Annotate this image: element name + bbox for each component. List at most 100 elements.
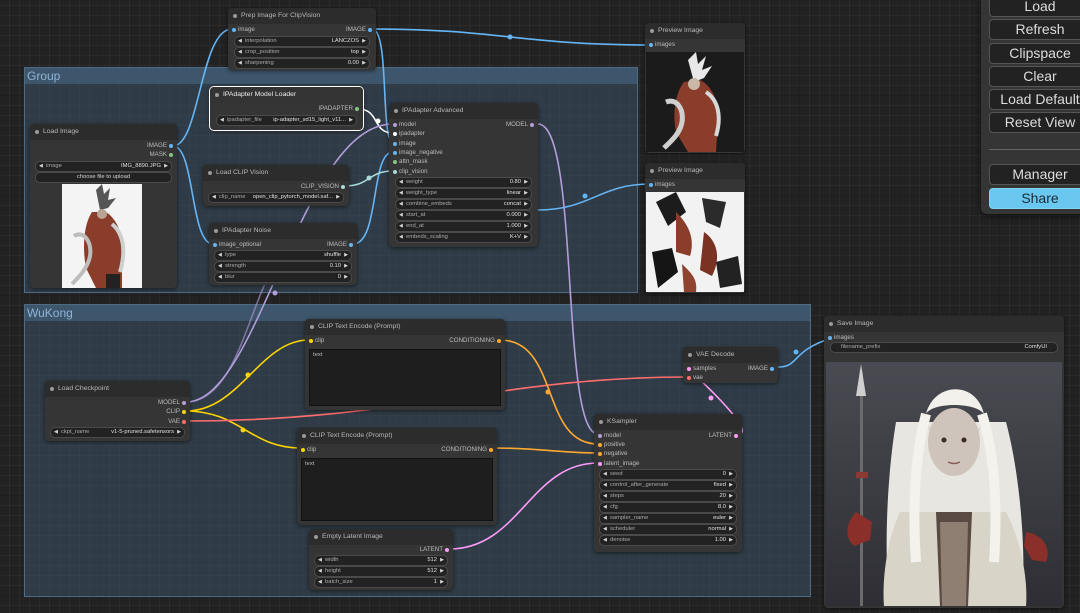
output-model[interactable]: MODEL — [158, 398, 190, 407]
arrow-left-icon[interactable]: ◀ — [603, 525, 607, 534]
socket-dot[interactable] — [355, 106, 359, 111]
arrow-left-icon[interactable]: ◀ — [603, 470, 607, 479]
socket-dot[interactable] — [393, 169, 397, 174]
arrow-right-icon[interactable]: ▶ — [177, 428, 181, 437]
socket-dot[interactable] — [169, 143, 173, 148]
socket-dot[interactable] — [213, 242, 217, 247]
socket-dot[interactable] — [393, 150, 397, 155]
widget-steps[interactable]: ◀ steps 20 ▶ — [599, 491, 737, 502]
arrow-right-icon[interactable]: ▶ — [729, 503, 733, 512]
widget-sharpening[interactable]: ◀ sharpening 0.00 ▶ — [234, 58, 370, 69]
widget-weight[interactable]: ◀ weight 0.80 ▶ — [395, 177, 532, 188]
input-vae[interactable]: vae — [683, 373, 703, 382]
arrow-left-icon[interactable]: ◀ — [54, 428, 58, 437]
arrow-left-icon[interactable]: ◀ — [399, 178, 403, 187]
arrow-left-icon[interactable]: ◀ — [603, 514, 607, 523]
arrow-left-icon[interactable]: ◀ — [218, 273, 222, 282]
arrow-right-icon[interactable]: ▶ — [729, 470, 733, 479]
arrow-right-icon[interactable]: ▶ — [524, 200, 528, 209]
arrow-right-icon[interactable]: ▶ — [440, 578, 444, 587]
node-title[interactable]: IPAdapter Noise — [209, 223, 357, 239]
share-button[interactable]: Share — [989, 188, 1080, 209]
arrow-right-icon[interactable]: ▶ — [729, 514, 733, 523]
widget-scheduler[interactable]: ◀ scheduler normal ▶ — [599, 524, 737, 535]
arrow-right-icon[interactable]: ▶ — [729, 525, 733, 534]
widget-interpolation[interactable]: ◀ interpolation LANCZOS ▶ — [234, 36, 370, 47]
node-preview-image-2[interactable]: Preview Image images — [645, 163, 745, 293]
input-latent-image[interactable]: latent_image — [594, 459, 639, 468]
input-ipadapter[interactable]: ipadapter — [389, 129, 425, 138]
node-ipadapter-noise[interactable]: IPAdapter Noise image_optional IMAGE ◀ ty… — [209, 223, 357, 285]
arrow-right-icon[interactable]: ▶ — [440, 556, 444, 565]
socket-dot[interactable] — [497, 338, 501, 343]
arrow-left-icon[interactable]: ◀ — [39, 162, 43, 171]
widget-image[interactable]: ◀ image IMG_8890.JPG ▶ — [35, 161, 172, 172]
arrow-right-icon[interactable]: ▶ — [164, 162, 168, 171]
node-clip-text-encode-positive[interactable]: CLIP Text Encode (Prompt) clip CONDITION… — [305, 319, 505, 410]
input-attn-mask[interactable]: attn_mask — [389, 157, 428, 166]
input-clip-vision[interactable]: clip_vision — [389, 167, 428, 176]
prompt-text-area[interactable]: text — [301, 458, 493, 521]
reset-view-button[interactable]: Reset View — [989, 112, 1080, 133]
node-title[interactable]: KSampler — [594, 414, 742, 430]
arrow-left-icon[interactable]: ◀ — [399, 211, 403, 220]
generated-image[interactable] — [826, 362, 1062, 606]
socket-dot[interactable] — [445, 547, 449, 552]
clipspace-button[interactable]: Clipspace — [989, 43, 1080, 64]
node-title[interactable]: VAE Decode — [683, 347, 778, 363]
socket-dot[interactable] — [169, 152, 173, 157]
arrow-right-icon[interactable]: ▶ — [362, 59, 366, 68]
socket-dot[interactable] — [182, 419, 186, 424]
node-prep-image-for-clipvision[interactable]: Prep Image For ClipVision image IMAGE ◀ i… — [228, 8, 376, 70]
arrow-left-icon[interactable]: ◀ — [318, 556, 322, 565]
socket-dot[interactable] — [649, 42, 653, 47]
widget-type[interactable]: ◀ type shuffle ▶ — [214, 250, 352, 261]
socket-dot[interactable] — [598, 433, 602, 438]
node-vae-decode[interactable]: VAE Decode samples vae IMAGE — [683, 347, 778, 383]
widget-combine-embeds[interactable]: ◀ combine_embeds concat ▶ — [395, 199, 532, 210]
output-image[interactable]: IMAGE — [327, 240, 357, 249]
input-samples[interactable]: samples — [683, 364, 716, 373]
input-image-optional[interactable]: image_optional — [209, 240, 261, 249]
input-image-negative[interactable]: image_negative — [389, 148, 443, 157]
arrow-left-icon[interactable]: ◀ — [318, 567, 322, 576]
widget-crop-position[interactable]: ◀ crop_position top ▶ — [234, 47, 370, 58]
arrow-right-icon[interactable]: ▶ — [729, 492, 733, 501]
arrow-left-icon[interactable]: ◀ — [399, 233, 403, 242]
widget-control-after-generate[interactable]: ◀ control_after_generate fixed ▶ — [599, 480, 737, 491]
socket-dot[interactable] — [393, 159, 397, 164]
arrow-right-icon[interactable]: ▶ — [524, 222, 528, 231]
arrow-left-icon[interactable]: ◀ — [220, 116, 224, 125]
socket-dot[interactable] — [341, 184, 345, 189]
socket-dot[interactable] — [349, 242, 353, 247]
socket-dot[interactable] — [489, 447, 493, 452]
socket-dot[interactable] — [598, 442, 602, 447]
widget-batch-size[interactable]: ◀ batch_size 1 ▶ — [314, 577, 448, 588]
choose-file-button[interactable]: choose file to upload — [35, 172, 172, 183]
output-image[interactable]: IMAGE — [147, 141, 177, 150]
widget-end-at[interactable]: ◀ end_at 1.000 ▶ — [395, 221, 532, 232]
refresh-button[interactable]: Refresh — [989, 19, 1080, 40]
node-load-clip-vision[interactable]: Load CLIP Vision CLIP_VISION ◀ clip_name o… — [203, 165, 349, 206]
arrow-left-icon[interactable]: ◀ — [238, 37, 242, 46]
arrow-left-icon[interactable]: ◀ — [399, 200, 403, 209]
load-default-button[interactable]: Load Default — [989, 89, 1080, 110]
node-empty-latent-image[interactable]: Empty Latent Image LATENT ◀ width 512 ▶ ◀ he… — [309, 529, 453, 590]
input-model[interactable]: model — [594, 431, 621, 440]
widget-seed[interactable]: ◀ seed 0 ▶ — [599, 469, 737, 480]
socket-dot[interactable] — [598, 461, 602, 466]
node-load-image[interactable]: Load Image IMAGE MASK ◀ image IMG_8890.JPG… — [30, 124, 177, 288]
node-title[interactable]: Prep Image For ClipVision — [228, 8, 376, 24]
arrow-left-icon[interactable]: ◀ — [399, 189, 403, 198]
node-clip-text-encode-negative[interactable]: CLIP Text Encode (Prompt) clip CONDITION… — [297, 428, 497, 525]
widget-ckpt-name[interactable]: ◀ ckpt_name v1-5-pruned.safetensors ▶ — [50, 427, 185, 438]
socket-dot[interactable] — [182, 400, 186, 405]
arrow-left-icon[interactable]: ◀ — [212, 193, 216, 202]
arrow-left-icon[interactable]: ◀ — [603, 503, 607, 512]
socket-dot[interactable] — [393, 131, 397, 136]
input-negative[interactable]: negative — [594, 449, 627, 458]
output-ipadapter[interactable]: IPADAPTER — [318, 104, 363, 113]
arrow-right-icon[interactable]: ▶ — [336, 193, 340, 202]
socket-dot[interactable] — [770, 366, 774, 371]
socket-dot[interactable] — [687, 366, 691, 371]
